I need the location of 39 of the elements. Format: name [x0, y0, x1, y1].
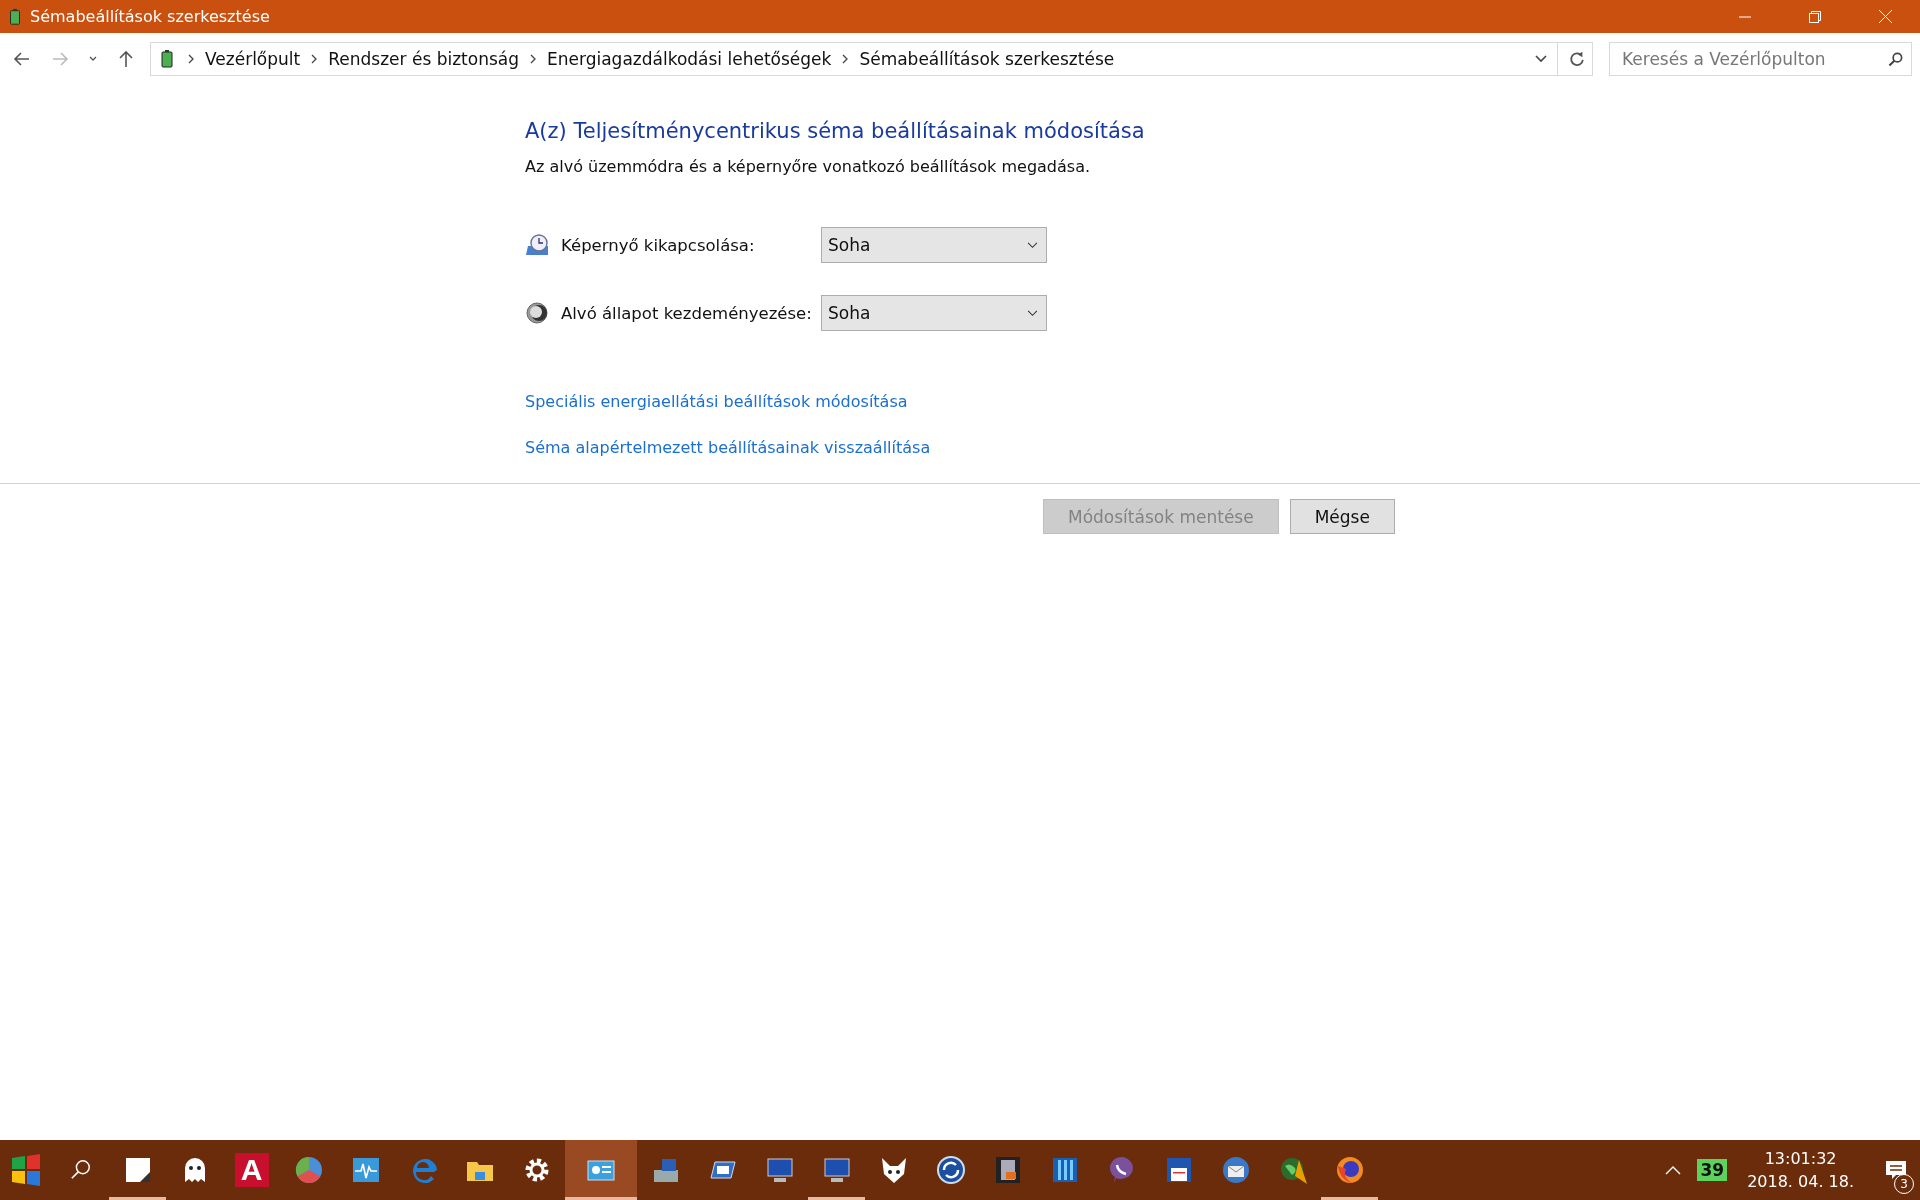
description-text: Az alvó üzemmódra és a képernyőre vonatkozó beállítások megadása. [525, 157, 1092, 176]
caret-icon [1027, 309, 1038, 317]
breadcrumb[interactable]: Energiagazdálkodási lehetőségek [547, 49, 832, 69]
setting-label: Alvó állapot kezdeményezése: [561, 303, 813, 323]
page-heading: A(z) Teljesítménycentrikus séma beállításainak módosítása [525, 119, 1146, 143]
windows-logo-icon [10, 1154, 42, 1186]
chevron-icon [841, 54, 850, 64]
link[interactable]: Speciális energiaellátási beállítások módosítása [525, 392, 908, 411]
refresh-icon[interactable] [1568, 50, 1586, 68]
dropdown[interactable]: Soha [821, 295, 1047, 331]
breadcrumb[interactable]: Rendszer és biztonság [328, 49, 519, 69]
link[interactable]: Séma alapértelmezett beállításainak visszaállítása [525, 438, 931, 457]
breadcrumb[interactable]: Sémabeállítások szerkesztése [859, 49, 1115, 69]
chevron-icon [529, 54, 537, 64]
notifications-button[interactable]: 3 [1872, 1140, 1920, 1200]
chevron-up-icon[interactable] [1665, 1165, 1682, 1175]
clock[interactable]: 13:01:32 2018. 04. 18. [1747, 1149, 1854, 1191]
tray-badge[interactable]: 39 [1697, 1159, 1728, 1181]
dropdown-caret-icon[interactable] [1535, 53, 1547, 65]
address-bar[interactable]: Vezérlőpult Rendszer és biztonság Energiagazdálkodási lehetőségek Sémabeállítások szerkesztése [150, 42, 1593, 76]
breadcrumb[interactable]: Vezérlőpult [205, 49, 301, 69]
chevron-icon [187, 54, 195, 64]
window-title: Sémabeállítások szerkesztése [30, 7, 270, 26]
moon-icon [525, 301, 549, 325]
taskbar-app[interactable]: A [223, 1140, 280, 1200]
search-icon [69, 1159, 92, 1181]
chevron-icon [310, 54, 319, 64]
close-icon [1878, 10, 1892, 23]
app-letter: A [234, 1153, 269, 1187]
dropdown[interactable]: Soha [821, 227, 1047, 263]
restore-icon [1809, 10, 1821, 23]
taskbar-app[interactable] [565, 1140, 637, 1200]
search-field[interactable]: Keresés a Vezérlőpulton [1609, 42, 1912, 76]
setting-label: Képernyő kikapcsolása: [561, 235, 756, 255]
caret-icon [1027, 241, 1038, 249]
clock-monitor-icon [525, 233, 549, 257]
sync-icon [934, 1154, 967, 1186]
cancel-button[interactable]: Mégse [1289, 499, 1395, 534]
search-icon[interactable] [1888, 51, 1903, 67]
